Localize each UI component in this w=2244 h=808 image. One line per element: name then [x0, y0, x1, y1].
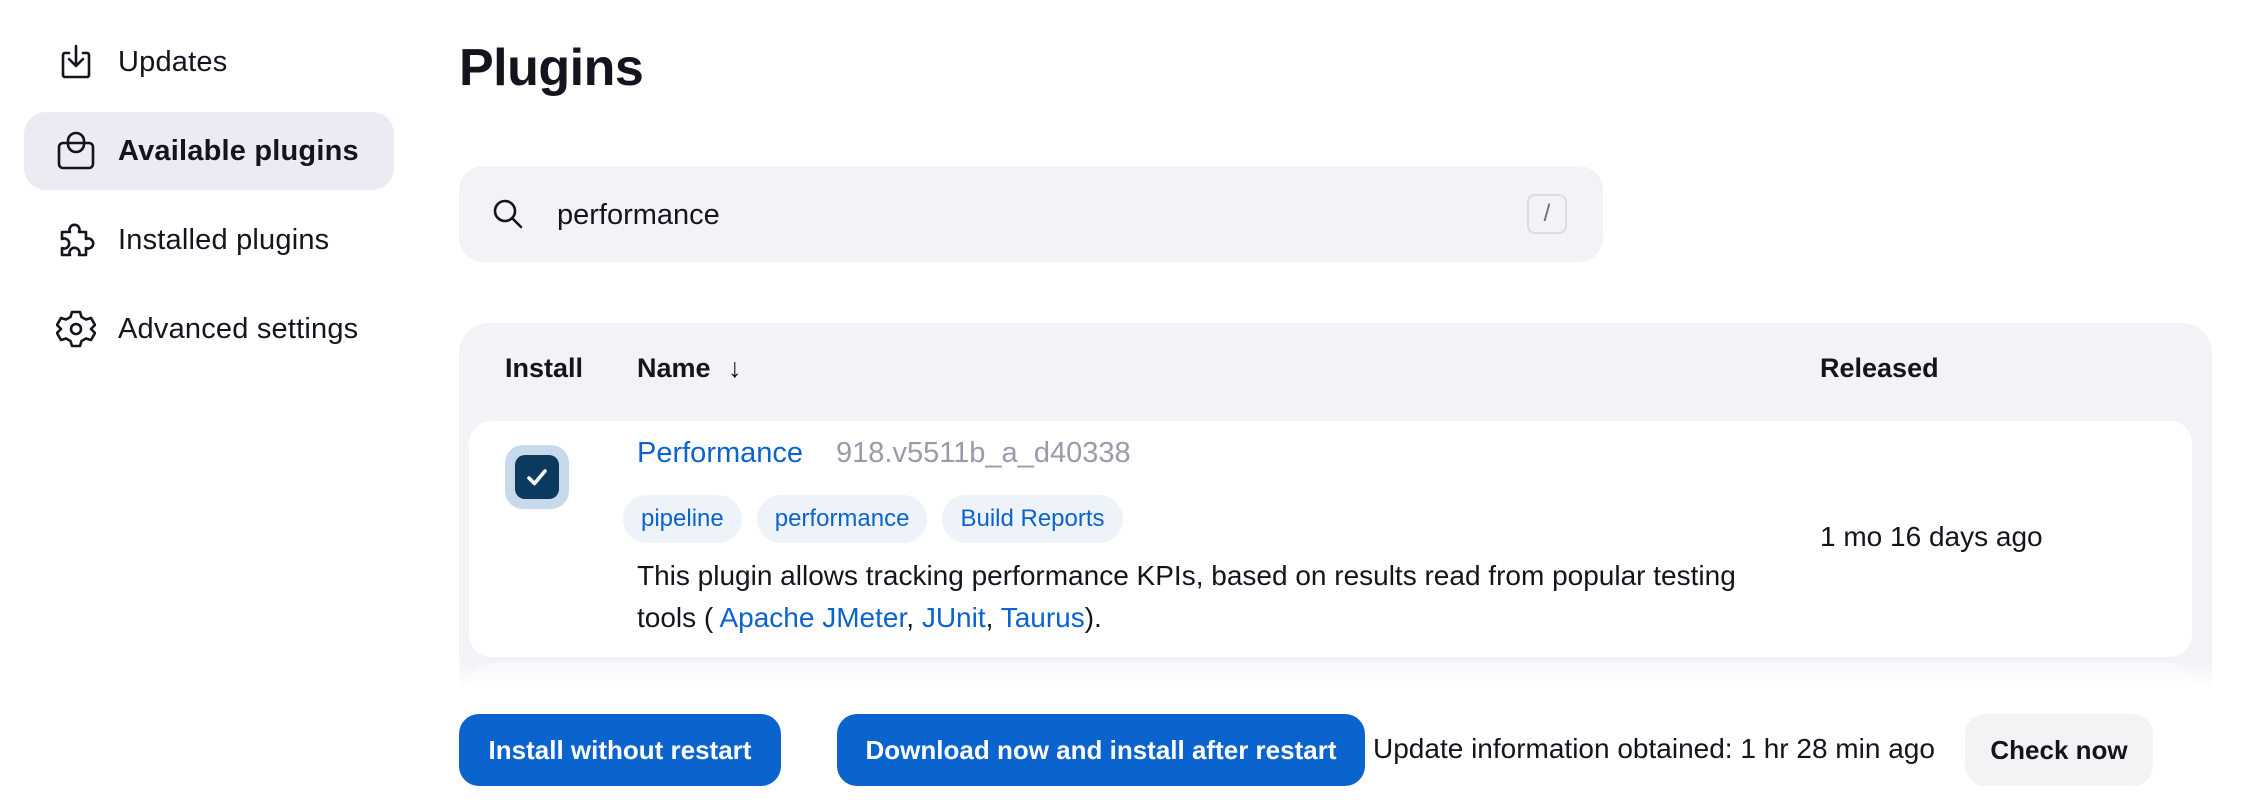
search-bar: / [459, 166, 1603, 262]
apache-jmeter-link[interactable]: Apache JMeter [719, 602, 906, 633]
page-title: Plugins [459, 39, 644, 97]
tag-performance[interactable]: performance [756, 495, 928, 543]
tag-build-reports[interactable]: Build Reports [942, 495, 1123, 543]
plugin-description: This plugin allows tracking performance … [637, 560, 1736, 633]
search-input[interactable] [555, 188, 1459, 242]
sidebar-item-available-plugins[interactable]: Available plugins [24, 112, 394, 190]
sidebar-item-advanced-settings[interactable]: Advanced settings [24, 290, 394, 368]
update-info-text: Update information obtained: 1 hr 28 min… [1373, 733, 1935, 764]
description-text-end: ). [1084, 602, 1102, 633]
table-row: Performance 918.v5511b_a_d40338 pipeline… [469, 421, 2192, 657]
download-install-after-restart-button[interactable]: Download now and install after restart [837, 714, 1365, 786]
install-without-restart-button[interactable]: Install without restart [459, 714, 781, 786]
search-icon [493, 199, 523, 229]
install-checkbox[interactable] [505, 445, 569, 509]
sort-descending-icon: ↓ [728, 353, 742, 383]
sidebar-item-label: Updates [118, 45, 228, 78]
keyboard-shortcut-hint: / [1527, 194, 1567, 234]
column-header-name[interactable]: Name ↓ [637, 353, 742, 384]
check-now-button[interactable]: Check now [1965, 714, 2153, 786]
download-tray-icon [61, 44, 91, 79]
sidebar-item-installed-plugins[interactable]: Installed plugins [24, 201, 394, 279]
shopping-bag-icon [57, 131, 95, 170]
column-header-released: Released [1820, 353, 1939, 383]
puzzle-piece-icon [60, 223, 95, 257]
plugin-tags: pipeline performance Build Reports [623, 495, 1123, 543]
column-header-name-label: Name [637, 353, 711, 383]
released-date: 1 mo 16 days ago [1820, 521, 2043, 552]
plugin-name-link[interactable]: Performance [637, 437, 803, 470]
sidebar-item-label: Installed plugins [118, 223, 330, 256]
junit-link[interactable]: JUnit [922, 602, 986, 633]
gear-icon [56, 310, 96, 348]
taurus-link[interactable]: Taurus [1001, 602, 1085, 633]
sidebar-item-updates[interactable]: Updates [24, 23, 394, 101]
column-header-install: Install [505, 353, 584, 383]
tag-pipeline[interactable]: pipeline [623, 495, 742, 543]
sidebar-item-label: Advanced settings [118, 312, 359, 345]
checkmark-icon [527, 469, 547, 486]
sidebar-item-label: Available plugins [118, 134, 359, 167]
plugin-version: 918.v5511b_a_d40338 [836, 437, 1131, 469]
